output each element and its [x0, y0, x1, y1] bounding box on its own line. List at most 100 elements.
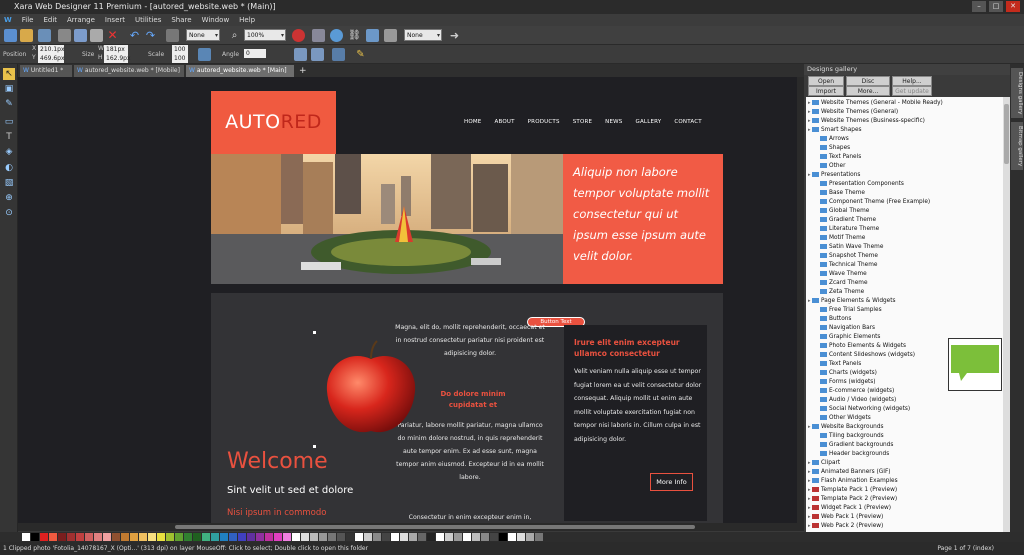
menu-window[interactable]: Window	[202, 14, 230, 26]
zoom-icon[interactable]: ⌕	[228, 29, 241, 42]
flip-horizontal-icon[interactable]	[294, 48, 307, 61]
zoom-combo[interactable]: 100%	[244, 29, 286, 42]
gallery-item[interactable]: Photo Elements & Widgets	[816, 342, 906, 351]
gallery-item[interactable]: Global Theme	[816, 207, 869, 216]
gallery-item[interactable]: Zeta Theme	[816, 288, 864, 297]
color-swatch[interactable]	[166, 533, 174, 541]
x-field[interactable]: 210.1px	[38, 45, 65, 54]
color-swatch[interactable]	[499, 533, 507, 541]
color-swatch[interactable]	[418, 533, 426, 541]
color-swatch[interactable]	[364, 533, 372, 541]
gallery-item[interactable]: ▸ Animated Banners (GIF)	[808, 468, 891, 477]
gallery-item[interactable]: ▸ Web Pack 2 (Preview)	[808, 522, 883, 531]
color-swatch[interactable]	[481, 533, 489, 541]
scrollbar-thumb[interactable]	[175, 525, 695, 529]
rectangle-tool-icon[interactable]: ▭	[3, 116, 15, 128]
nav-home[interactable]: HOME	[464, 119, 482, 125]
site-logo[interactable]: AUTORED	[211, 91, 336, 154]
designs-gallery-tab[interactable]: Designs gallery	[1011, 68, 1023, 118]
line-combo[interactable]: None	[404, 29, 442, 42]
color-swatch[interactable]	[400, 533, 408, 541]
color-swatch[interactable]	[517, 533, 525, 541]
gallery-item[interactable]: Component Theme (Free Example)	[816, 198, 930, 207]
color-swatch[interactable]	[58, 533, 66, 541]
color-swatch[interactable]	[220, 533, 228, 541]
gallery-item[interactable]: Satin Wave Theme	[816, 243, 883, 252]
disc-designs-button[interactable]: Disc designs...	[846, 76, 890, 95]
gallery-item[interactable]: Header backgrounds	[816, 450, 889, 459]
gallery-item[interactable]: ▸ Widget Pack 1 (Preview)	[808, 504, 891, 513]
color-swatch[interactable]	[472, 533, 480, 541]
chain-icon[interactable]: ⛓	[348, 29, 361, 42]
redo-icon[interactable]: ↷	[144, 29, 157, 42]
gallery-item[interactable]: ▸ Smart Shapes	[808, 126, 862, 135]
copy-icon[interactable]	[74, 29, 87, 42]
gallery-item[interactable]: ▸ Page Elements & Widgets	[808, 297, 896, 306]
hero-photo[interactable]	[211, 154, 563, 284]
gallery-item[interactable]: ▸ Website Themes (Business-specific)	[808, 117, 925, 126]
import-button[interactable]: Import	[808, 86, 844, 96]
hero-text-panel[interactable]: Aliquip non labore tempor voluptate moll…	[563, 154, 723, 284]
color-swatch[interactable]	[85, 533, 93, 541]
bitmap-gallery-tab[interactable]: Bitmap gallery	[1011, 122, 1023, 170]
transparency-tool-icon[interactable]: ◐	[3, 162, 15, 174]
y-field[interactable]: 469.6px	[38, 54, 65, 63]
color-swatch[interactable]	[436, 533, 444, 541]
gallery-item[interactable]: Other	[816, 162, 845, 171]
gallery-item[interactable]: Gradient Theme	[816, 216, 876, 225]
gallery-item[interactable]: Snapshot Theme	[816, 252, 878, 261]
fill-tool-icon[interactable]: ◈	[3, 146, 15, 158]
nav-about[interactable]: ABOUT	[495, 119, 515, 125]
nav-gallery[interactable]: GALLERY	[636, 119, 662, 125]
color-swatch[interactable]	[355, 533, 363, 541]
gallery-item[interactable]: Literature Theme	[816, 225, 879, 234]
gallery-item[interactable]: Text Panels	[816, 153, 861, 162]
stop-icon[interactable]	[292, 29, 305, 42]
delete-icon[interactable]: ✕	[106, 29, 119, 42]
gallery-item[interactable]: Audio / Video (widgets)	[816, 396, 896, 405]
menu-share[interactable]: Share	[171, 14, 191, 26]
gallery-item[interactable]: Text Panels	[816, 360, 861, 369]
arrow-right-icon[interactable]: ➜	[448, 29, 461, 42]
color-swatch[interactable]	[445, 533, 453, 541]
nav-products[interactable]: PRODUCTS	[528, 119, 560, 125]
angle-field[interactable]: 0	[244, 49, 266, 58]
color-swatch[interactable]	[535, 533, 543, 541]
color-swatch[interactable]	[283, 533, 291, 541]
gallery-item[interactable]: Buttons	[816, 315, 851, 324]
color-swatch[interactable]	[49, 533, 57, 541]
color-swatch[interactable]	[382, 533, 390, 541]
gallery-item[interactable]: Navigation Bars	[816, 324, 875, 333]
color-swatch[interactable]	[301, 533, 309, 541]
apple-photo[interactable]	[321, 339, 421, 441]
more-info-button[interactable]: More Info	[650, 473, 693, 491]
selection-handle[interactable]	[313, 445, 316, 448]
menu-insert[interactable]: Insert	[105, 14, 125, 26]
gallery-item[interactable]: Zcard Theme	[816, 279, 868, 288]
color-swatch[interactable]	[391, 533, 399, 541]
width-field[interactable]: 181px	[104, 45, 128, 54]
color-swatch[interactable]	[67, 533, 75, 541]
gallery-item[interactable]: ▸ Web Pack 1 (Preview)	[808, 513, 883, 522]
color-swatch[interactable]	[292, 533, 300, 541]
color-swatch[interactable]	[508, 533, 516, 541]
color-swatch[interactable]	[274, 533, 282, 541]
tab-mobile[interactable]: W autored_website.web * [Mobile]	[74, 65, 184, 77]
gallery-item[interactable]: Tiling backgrounds	[816, 432, 884, 441]
push-tool-icon[interactable]: ⊙	[3, 207, 15, 219]
flip-vertical-icon[interactable]	[311, 48, 324, 61]
color-swatch[interactable]	[526, 533, 534, 541]
color-swatch[interactable]	[319, 533, 327, 541]
new-icon[interactable]	[4, 29, 17, 42]
gallery-item[interactable]: Gradient backgrounds	[816, 441, 893, 450]
color-swatch[interactable]	[40, 533, 48, 541]
color-swatch[interactable]	[463, 533, 471, 541]
color-swatch[interactable]	[238, 533, 246, 541]
color-swatch[interactable]	[202, 533, 210, 541]
shadow-tool-icon[interactable]: ▧	[3, 177, 15, 189]
gallery-item[interactable]: Arrows	[816, 135, 849, 144]
gallery-item[interactable]: ▸ Presentations	[808, 171, 860, 180]
gallery-item[interactable]: ▸ Website Themes (General)	[808, 108, 898, 117]
menu-file[interactable]: File	[22, 14, 34, 26]
zoom-tool-icon[interactable]: ⊕	[3, 192, 15, 204]
